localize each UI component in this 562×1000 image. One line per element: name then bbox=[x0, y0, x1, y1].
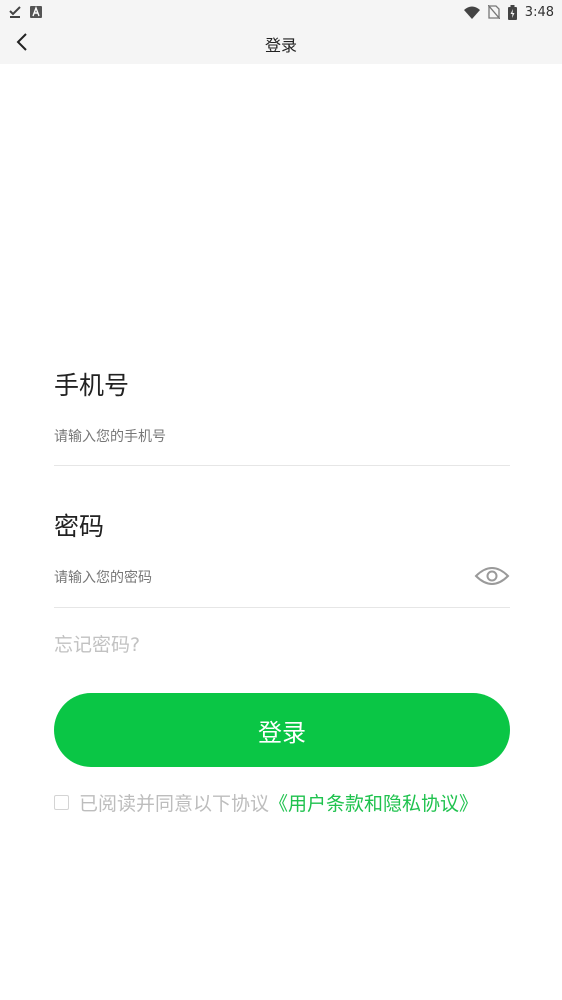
password-divider bbox=[54, 607, 510, 608]
agreement-text: 已阅读并同意以下协议 bbox=[79, 792, 270, 815]
status-bar: 3:48 bbox=[0, 0, 562, 24]
page-title: 登录 bbox=[264, 36, 297, 55]
phone-input[interactable] bbox=[54, 417, 510, 457]
wifi-icon bbox=[463, 6, 480, 19]
agreement-row: 已阅读并同意以下协议 《用户条款和隐私协议》 bbox=[54, 788, 478, 816]
login-button[interactable]: 登录 bbox=[54, 693, 510, 767]
agreement-checkbox[interactable] bbox=[54, 794, 69, 810]
eye-icon bbox=[474, 564, 510, 592]
forgot-password-link[interactable]: 忘记密码? bbox=[54, 630, 140, 657]
password-visibility-toggle[interactable] bbox=[472, 562, 512, 594]
status-bar-right: 3:48 bbox=[463, 4, 554, 20]
check-download-icon bbox=[8, 5, 22, 19]
agreement-link[interactable]: 《用户条款和隐私协议》 bbox=[269, 789, 478, 816]
back-button[interactable] bbox=[6, 28, 38, 60]
a-notification-icon bbox=[30, 6, 42, 18]
status-bar-left bbox=[8, 5, 42, 19]
app-bar: 登录 bbox=[0, 24, 562, 64]
password-label: 密码 bbox=[54, 512, 105, 541]
password-input[interactable] bbox=[54, 558, 464, 598]
phone-label: 手机号 bbox=[54, 371, 130, 400]
chevron-left-icon bbox=[15, 32, 29, 56]
status-time: 3:48 bbox=[524, 4, 554, 20]
phone-divider bbox=[54, 465, 510, 466]
battery-charging-icon bbox=[507, 4, 517, 20]
no-sim-icon bbox=[487, 5, 500, 19]
